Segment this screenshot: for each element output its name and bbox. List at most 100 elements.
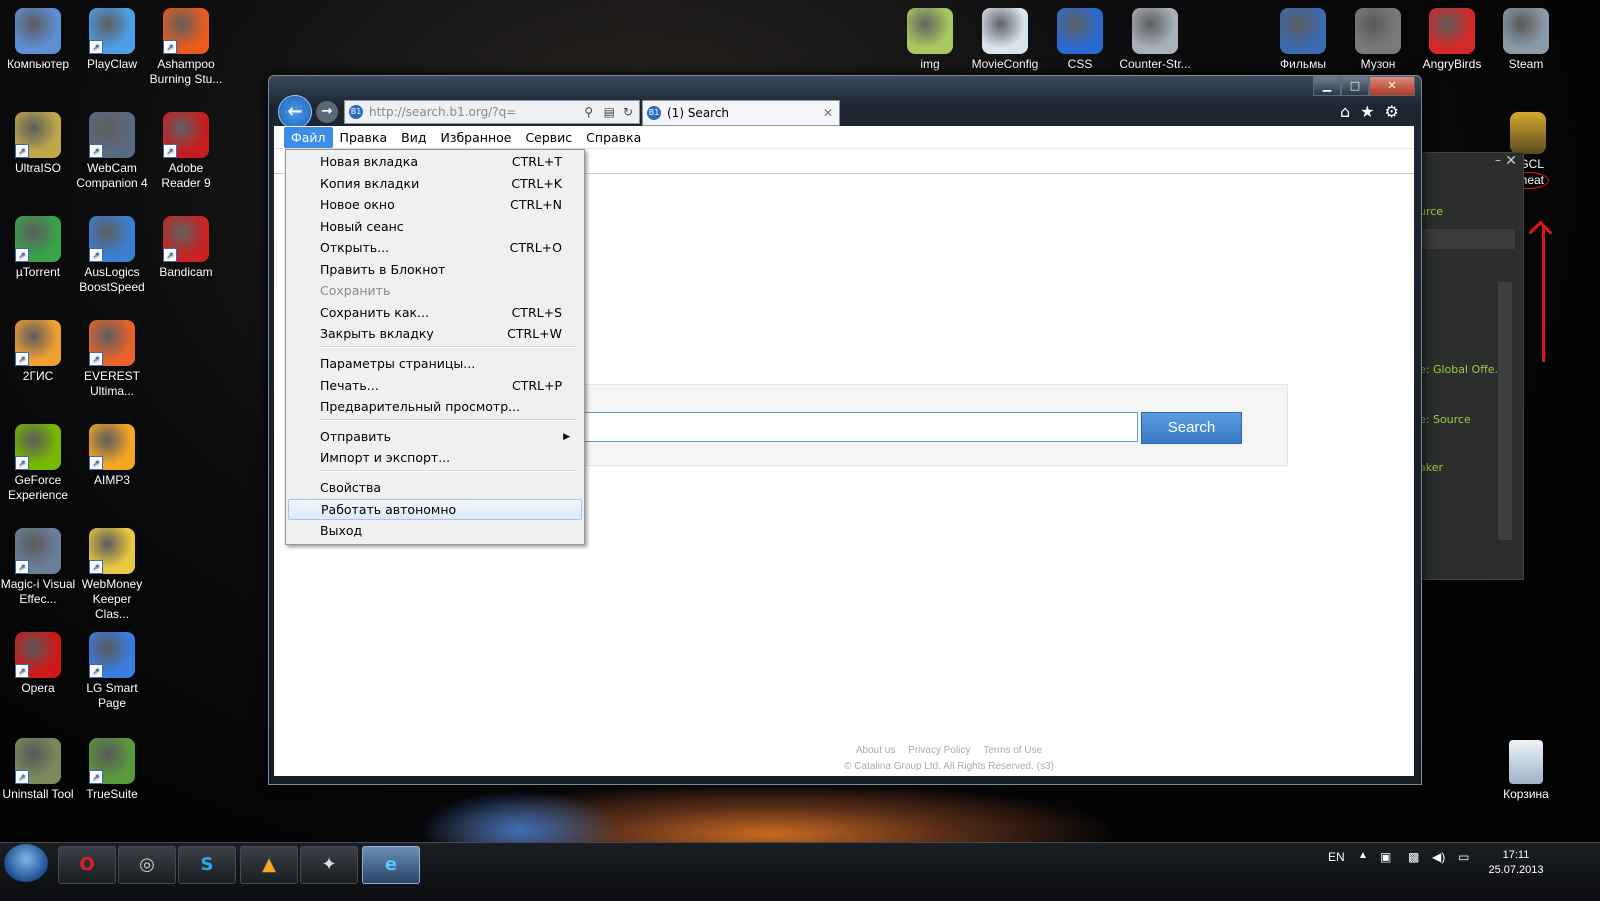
2gis-shortcut[interactable]: ↗ 2ГИС bbox=[0, 320, 76, 384]
maximize-button[interactable]: □ bbox=[1341, 76, 1369, 96]
webmoney-shortcut[interactable]: ↗ WebMoney Keeper Clas... bbox=[74, 528, 150, 622]
bandicam-shortcut[interactable]: ↗ Bandicam bbox=[148, 216, 224, 280]
ie-taskbar-button[interactable]: e bbox=[362, 846, 420, 884]
terms-of-use-link[interactable]: Terms of Use bbox=[983, 745, 1042, 756]
menu-edit[interactable]: Правка bbox=[333, 127, 395, 148]
shortcut-label: Фильмы bbox=[1280, 57, 1326, 71]
steam-taskbar-button[interactable]: ◎ bbox=[118, 846, 176, 884]
action-center-icon[interactable]: ▭ bbox=[1458, 850, 1469, 864]
back-button[interactable]: ← bbox=[278, 95, 312, 129]
angrybirds-shortcut[interactable]: AngryBirds bbox=[1414, 8, 1490, 72]
favorites-star-icon[interactable]: ★ bbox=[1360, 102, 1374, 121]
privacy-policy-link[interactable]: Privacy Policy bbox=[908, 745, 970, 756]
webcam-shortcut[interactable]: ↗ WebCam Companion 4 bbox=[74, 112, 150, 191]
search-button[interactable]: Search bbox=[1141, 412, 1242, 444]
file-menu-item[interactable]: Сохранить как... CTRL+S bbox=[288, 303, 580, 323]
shortcut-arrow-icon: ↗ bbox=[89, 770, 103, 784]
css-shortcut[interactable]: CSS bbox=[1042, 8, 1118, 72]
search-input[interactable] bbox=[584, 412, 1138, 442]
network-icon[interactable]: ▣ bbox=[1380, 850, 1391, 864]
file-menu-item[interactable]: Свойства bbox=[288, 478, 580, 498]
file-menu-item[interactable]: Копия вкладки CTRL+K bbox=[288, 174, 580, 194]
menu-view[interactable]: Вид bbox=[394, 127, 433, 148]
show-hidden-icons-icon[interactable]: ▲ bbox=[1358, 850, 1368, 861]
playclaw-icon: ↗ bbox=[89, 8, 135, 54]
menu-file[interactable]: Файл bbox=[284, 126, 333, 148]
browser-toolbar-icons: ⌂ ★ ⚙ bbox=[1340, 102, 1399, 121]
file-menu-item[interactable]: Импорт и экспорт... bbox=[288, 448, 580, 468]
opera-taskbar-button[interactable]: O bbox=[58, 846, 116, 884]
about-us-link[interactable]: About us bbox=[856, 745, 895, 756]
config-file-shortcut[interactable]: MovieConfig bbox=[967, 8, 1043, 72]
menu-tools[interactable]: Сервис bbox=[518, 127, 579, 148]
forward-button[interactable]: → bbox=[316, 101, 338, 123]
counter-strike-shortcut[interactable]: Counter-Str... bbox=[1117, 8, 1193, 72]
menu-item-label: Параметры страницы... bbox=[320, 356, 476, 371]
clock[interactable]: 17:11 25.07.2013 bbox=[1484, 848, 1548, 878]
file-menu-item[interactable]: Предварительный просмотр... bbox=[288, 397, 580, 417]
file-menu-item[interactable]: Новое окно CTRL+N bbox=[288, 195, 580, 215]
aimp-taskbar-button[interactable]: ▲ bbox=[240, 846, 298, 884]
minimize-icon[interactable]: – bbox=[1495, 153, 1501, 167]
opera-shortcut[interactable]: ↗ Opera bbox=[0, 632, 76, 696]
site-favicon: B1 bbox=[349, 105, 363, 119]
shortcut-arrow-icon: ↗ bbox=[15, 248, 29, 262]
steam-shortcut[interactable]: Steam bbox=[1488, 8, 1564, 72]
ultraiso-shortcut[interactable]: ↗ UltraISO bbox=[0, 112, 76, 176]
address-bar[interactable]: B1 http://search.b1.org/?q= ⚲ ▤ ↻ bbox=[344, 100, 640, 124]
side-line-4: aker bbox=[1419, 461, 1444, 474]
truesuite-shortcut[interactable]: ↗ TrueSuite bbox=[74, 738, 150, 802]
tab-close-icon[interactable]: ✕ bbox=[823, 106, 833, 120]
file-menu-item[interactable]: Отправить ▶ bbox=[288, 427, 580, 447]
menu-help[interactable]: Справка bbox=[579, 127, 648, 148]
close-window-button[interactable]: ✕ bbox=[1369, 76, 1415, 96]
minimize-button[interactable]: ▁ bbox=[1313, 76, 1341, 96]
compat-view-icon[interactable]: ▤ bbox=[604, 105, 615, 119]
image-folder-shortcut[interactable]: img bbox=[892, 8, 968, 72]
red-arrow-annotation bbox=[1542, 226, 1545, 362]
file-menu-item[interactable]: Печать... CTRL+P bbox=[288, 376, 580, 396]
tab-search[interactable]: B1 (1) Search ✕ bbox=[642, 100, 840, 126]
angrybirds-icon bbox=[1429, 8, 1475, 54]
menu-favorites[interactable]: Избранное bbox=[433, 127, 518, 148]
refresh-icon[interactable]: ↻ bbox=[623, 105, 633, 119]
ashampoo-shortcut[interactable]: ↗ Ashampoo Burning Stu... bbox=[148, 8, 224, 87]
music-folder-shortcut[interactable]: Музон bbox=[1340, 8, 1416, 72]
everest-shortcut[interactable]: ↗ EVEREST Ultima... bbox=[74, 320, 150, 399]
file-menu-item[interactable]: Новый сеанс bbox=[288, 217, 580, 237]
magic-i-shortcut[interactable]: ↗ Magic-i Visual Effec... bbox=[0, 528, 76, 607]
close-icon[interactable]: ✕ bbox=[1505, 153, 1517, 169]
playclaw-shortcut[interactable]: ↗ PlayClaw bbox=[74, 8, 150, 72]
geforce-shortcut[interactable]: ↗ GeForce Experience bbox=[0, 424, 76, 503]
file-menu-item[interactable]: Выход bbox=[288, 521, 580, 541]
file-menu-item[interactable]: Закрыть вкладку CTRL+W bbox=[288, 324, 580, 344]
home-icon[interactable]: ⌂ bbox=[1340, 102, 1350, 121]
search-icon[interactable]: ⚲ bbox=[584, 105, 593, 119]
file-menu-item[interactable]: Открыть... CTRL+O bbox=[288, 238, 580, 258]
tray-app-icon[interactable]: ▩ bbox=[1408, 850, 1419, 864]
utorrent-shortcut[interactable]: ↗ µTorrent bbox=[0, 216, 76, 280]
file-menu-item[interactable]: Новая вкладка CTRL+T bbox=[288, 152, 580, 172]
adobe-reader-shortcut[interactable]: ↗ Adobe Reader 9 bbox=[148, 112, 224, 191]
volume-icon[interactable]: ◀) bbox=[1432, 850, 1445, 864]
menu-item-label: Новый сеанс bbox=[320, 219, 404, 234]
uninstall-tool-shortcut[interactable]: ↗ Uninstall Tool bbox=[0, 738, 76, 802]
language-indicator[interactable]: EN bbox=[1328, 850, 1345, 864]
tools-gear-icon[interactable]: ⚙ bbox=[1385, 102, 1399, 121]
shortcut-arrow-icon: ↗ bbox=[163, 40, 177, 54]
file-menu-dropdown: Новая вкладка CTRL+T Копия вкладки CTRL+K Но… bbox=[285, 149, 585, 545]
lg-smart-page-shortcut[interactable]: ↗ LG Smart Page bbox=[74, 632, 150, 711]
aimp-shortcut[interactable]: ↗ AIMP3 bbox=[74, 424, 150, 488]
file-menu-item[interactable]: Параметры страницы... bbox=[288, 354, 580, 374]
counter-strike-taskbar-button[interactable]: ✦ bbox=[300, 846, 358, 884]
skype-taskbar-button[interactable]: S bbox=[178, 846, 236, 884]
start-button[interactable] bbox=[4, 844, 48, 882]
file-menu-item: Сохранить bbox=[288, 281, 580, 301]
file-menu-item[interactable]: Работать автономно bbox=[288, 499, 582, 520]
computer-shortcut[interactable]: Компьютер bbox=[0, 8, 76, 72]
movies-folder-shortcut[interactable]: Фильмы bbox=[1265, 8, 1341, 72]
address-text[interactable]: http://search.b1.org/?q= bbox=[369, 105, 516, 119]
auslogics-shortcut[interactable]: ↗ AusLogics BoostSpeed bbox=[74, 216, 150, 295]
file-menu-item[interactable]: Править в Блокнот bbox=[288, 260, 580, 280]
side-scrollbar[interactable] bbox=[1498, 282, 1512, 540]
